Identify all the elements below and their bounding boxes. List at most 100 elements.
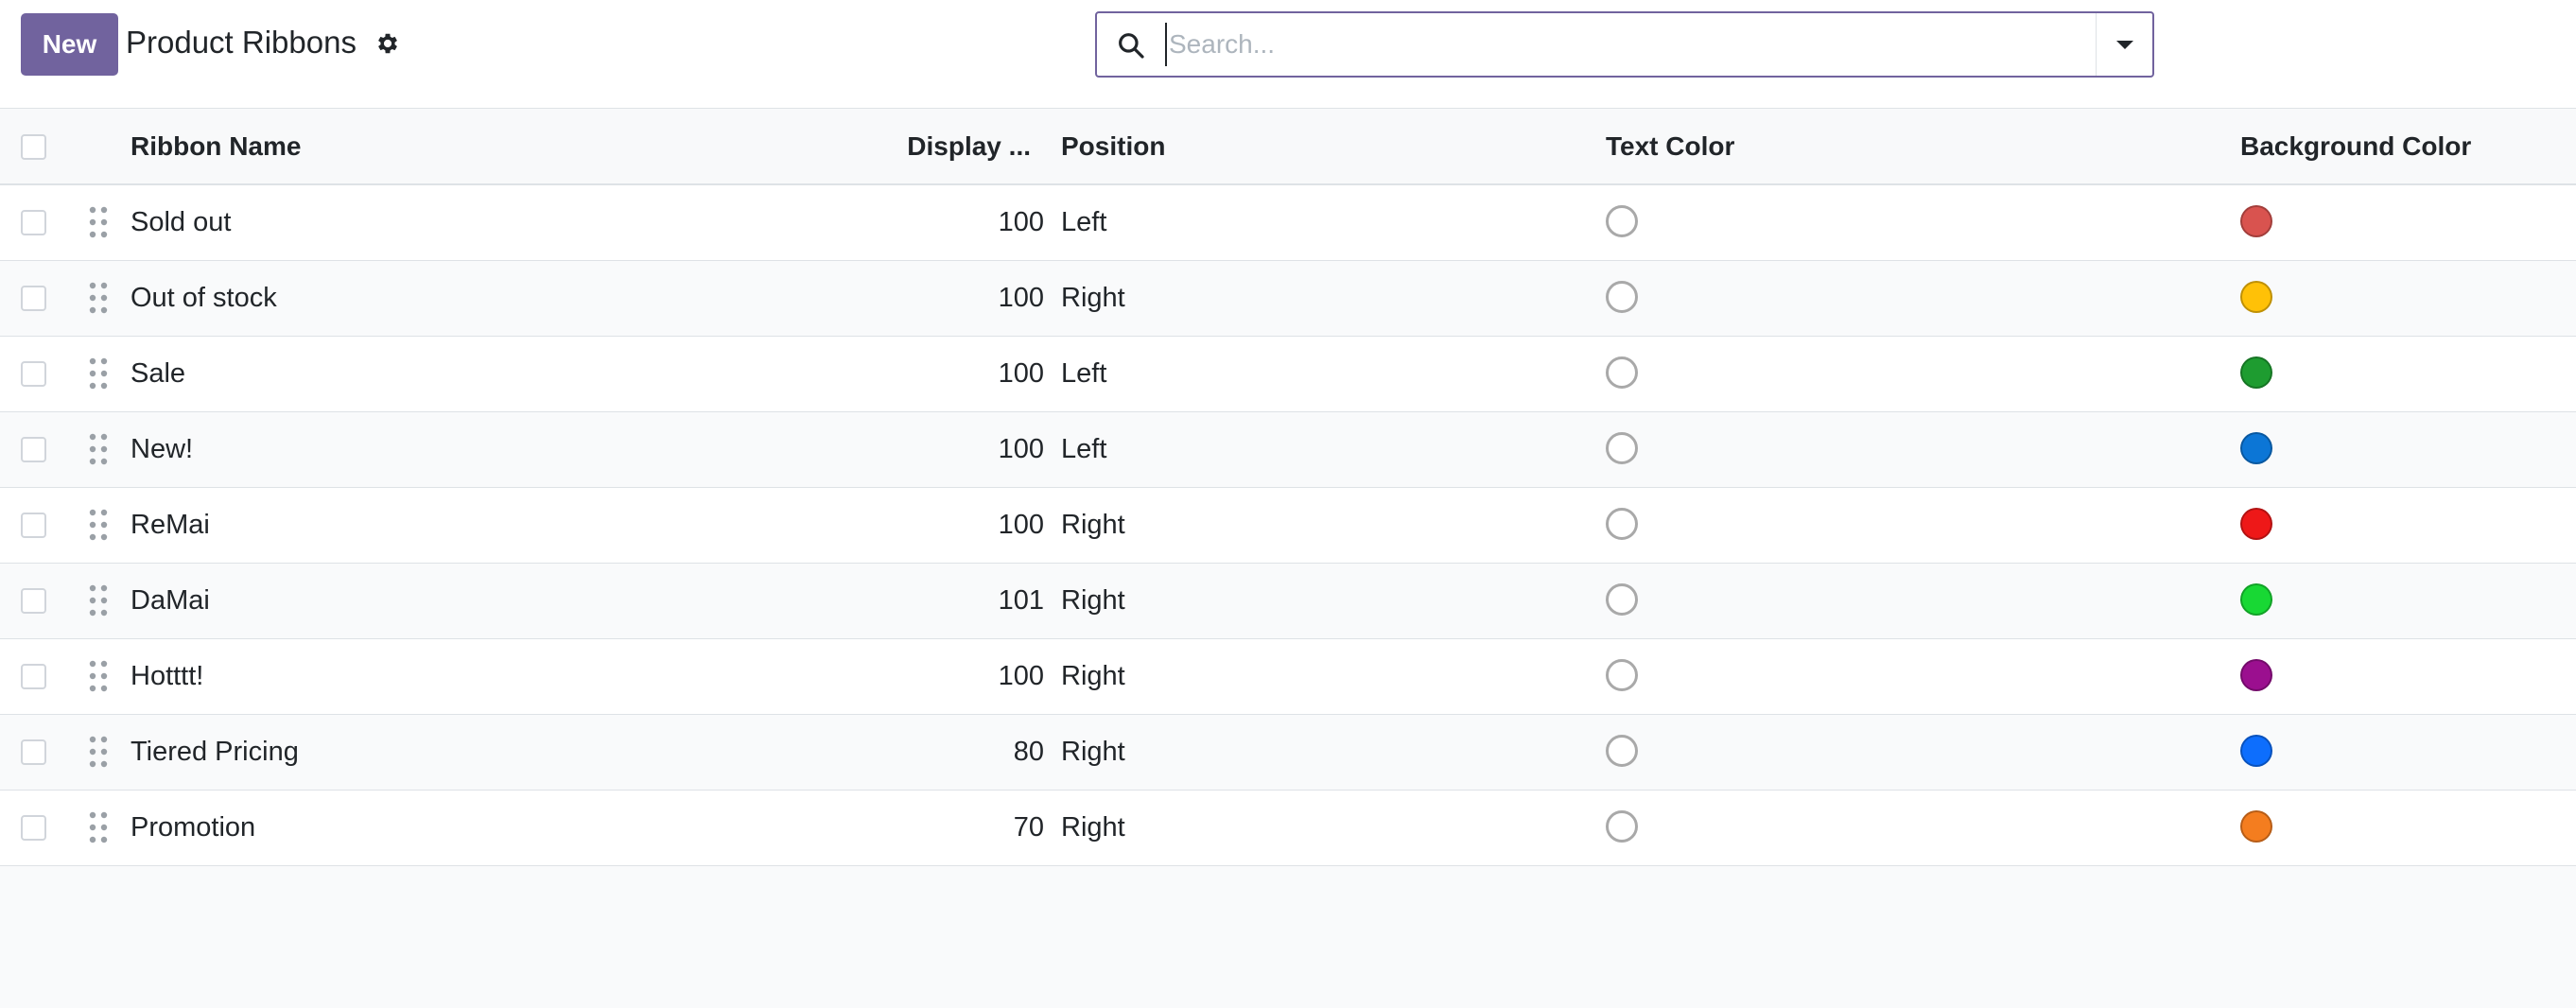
text-color-swatch[interactable] bbox=[1606, 431, 1638, 464]
position: Right bbox=[1061, 661, 1125, 691]
drag-handle-icon[interactable] bbox=[89, 584, 108, 617]
text-color-cell bbox=[1606, 337, 1638, 411]
drag-handle-icon[interactable] bbox=[89, 736, 108, 768]
text-color-swatch[interactable] bbox=[1606, 658, 1638, 691]
page-title: Product Ribbons bbox=[126, 25, 357, 60]
background-color-swatch[interactable] bbox=[2240, 431, 2272, 464]
background-color-cell bbox=[2240, 639, 2272, 714]
text-color-swatch[interactable] bbox=[1606, 356, 1638, 389]
ribbon-name: Out of stock bbox=[131, 283, 277, 313]
table-row[interactable]: Out of stock 100 Right bbox=[0, 261, 2576, 337]
display-sequence: 100 bbox=[998, 661, 1044, 691]
ribbon-name: Promotion bbox=[131, 812, 256, 843]
caret-down-icon bbox=[2115, 40, 2133, 49]
background-color-swatch[interactable] bbox=[2240, 204, 2272, 237]
table-row[interactable]: DaMai 101 Right bbox=[0, 564, 2576, 639]
position: Left bbox=[1061, 434, 1107, 464]
text-color-swatch[interactable] bbox=[1606, 280, 1638, 313]
header-position[interactable]: Position bbox=[1061, 110, 1165, 183]
text-color-cell bbox=[1606, 564, 1638, 638]
text-color-cell bbox=[1606, 185, 1638, 260]
header-display-sequence[interactable]: Display ... bbox=[851, 110, 1031, 183]
background-color-cell bbox=[2240, 791, 2272, 865]
text-color-cell bbox=[1606, 791, 1638, 865]
drag-handle-icon[interactable] bbox=[89, 811, 108, 843]
display-sequence: 100 bbox=[998, 434, 1044, 464]
position: Left bbox=[1061, 207, 1107, 237]
background-color-cell bbox=[2240, 412, 2272, 487]
table-row[interactable]: Sale 100 Left bbox=[0, 337, 2576, 412]
text-color-swatch[interactable] bbox=[1606, 809, 1638, 843]
background-color-cell bbox=[2240, 337, 2272, 411]
table-row[interactable]: Sold out 100 Left bbox=[0, 185, 2576, 261]
display-sequence: 100 bbox=[998, 510, 1044, 540]
row-checkbox[interactable] bbox=[21, 437, 46, 462]
position: Right bbox=[1061, 737, 1125, 767]
background-color-cell bbox=[2240, 715, 2272, 790]
header-text-color[interactable]: Text Color bbox=[1606, 110, 1734, 183]
background-color-cell bbox=[2240, 488, 2272, 563]
text-color-swatch[interactable] bbox=[1606, 507, 1638, 540]
control-panel: New Product Ribbons bbox=[0, 0, 2576, 109]
search-options-toggle[interactable] bbox=[2096, 13, 2152, 76]
header-background-color[interactable]: Background Color bbox=[2240, 110, 2471, 183]
background-color-swatch[interactable] bbox=[2240, 582, 2272, 616]
text-color-swatch[interactable] bbox=[1606, 582, 1638, 616]
row-checkbox[interactable] bbox=[21, 513, 46, 538]
ribbon-name: Tiered Pricing bbox=[131, 737, 299, 767]
text-color-cell bbox=[1606, 412, 1638, 487]
ribbon-name: ReMai bbox=[131, 510, 210, 540]
position: Right bbox=[1061, 510, 1125, 540]
ribbon-name: Hotttt! bbox=[131, 661, 204, 691]
row-checkbox[interactable] bbox=[21, 210, 46, 235]
search-icon bbox=[1119, 33, 1144, 59]
background-color-swatch[interactable] bbox=[2240, 658, 2272, 691]
row-checkbox[interactable] bbox=[21, 588, 46, 614]
drag-handle-icon[interactable] bbox=[89, 206, 108, 238]
row-checkbox[interactable] bbox=[21, 739, 46, 765]
text-color-cell bbox=[1606, 261, 1638, 336]
background-color-swatch[interactable] bbox=[2240, 507, 2272, 540]
row-checkbox[interactable] bbox=[21, 815, 46, 841]
display-sequence: 101 bbox=[998, 585, 1044, 616]
ribbon-name: New! bbox=[131, 434, 194, 464]
display-sequence: 100 bbox=[998, 283, 1044, 313]
drag-handle-icon[interactable] bbox=[89, 282, 108, 314]
gear-icon[interactable] bbox=[374, 30, 401, 57]
position: Right bbox=[1061, 812, 1125, 843]
row-checkbox[interactable] bbox=[21, 286, 46, 311]
drag-handle-icon[interactable] bbox=[89, 660, 108, 692]
drag-handle-icon[interactable] bbox=[89, 509, 108, 541]
background-color-swatch[interactable] bbox=[2240, 356, 2272, 389]
ribbon-name: DaMai bbox=[131, 585, 210, 616]
position: Left bbox=[1061, 358, 1107, 389]
background-color-swatch[interactable] bbox=[2240, 734, 2272, 767]
text-color-cell bbox=[1606, 639, 1638, 714]
row-checkbox[interactable] bbox=[21, 664, 46, 689]
table-row[interactable]: ReMai 100 Right bbox=[0, 488, 2576, 564]
text-color-cell bbox=[1606, 715, 1638, 790]
table-row[interactable]: Hotttt! 100 Right bbox=[0, 639, 2576, 715]
ribbons-table: Ribbon Name Display ... Position Text Co… bbox=[0, 110, 2576, 866]
table-row[interactable]: Tiered Pricing 80 Right bbox=[0, 715, 2576, 791]
search-input[interactable] bbox=[1165, 23, 2111, 66]
text-color-swatch[interactable] bbox=[1606, 734, 1638, 767]
text-color-cell bbox=[1606, 488, 1638, 563]
display-sequence: 80 bbox=[1013, 737, 1044, 767]
select-all-checkbox[interactable] bbox=[21, 134, 46, 160]
background-color-swatch[interactable] bbox=[2240, 280, 2272, 313]
row-checkbox[interactable] bbox=[21, 361, 46, 387]
display-sequence: 100 bbox=[998, 358, 1044, 389]
table-row[interactable]: New! 100 Left bbox=[0, 412, 2576, 488]
text-color-swatch[interactable] bbox=[1606, 204, 1638, 237]
background-color-swatch[interactable] bbox=[2240, 809, 2272, 843]
header-ribbon-name[interactable]: Ribbon Name bbox=[131, 110, 301, 183]
drag-handle-icon[interactable] bbox=[89, 357, 108, 390]
table-row[interactable]: Promotion 70 Right bbox=[0, 791, 2576, 866]
new-button[interactable]: New bbox=[21, 13, 118, 76]
background-color-cell bbox=[2240, 185, 2272, 260]
background-color-cell bbox=[2240, 564, 2272, 638]
background-color-cell bbox=[2240, 261, 2272, 336]
search-box bbox=[1095, 11, 2154, 78]
drag-handle-icon[interactable] bbox=[89, 433, 108, 465]
